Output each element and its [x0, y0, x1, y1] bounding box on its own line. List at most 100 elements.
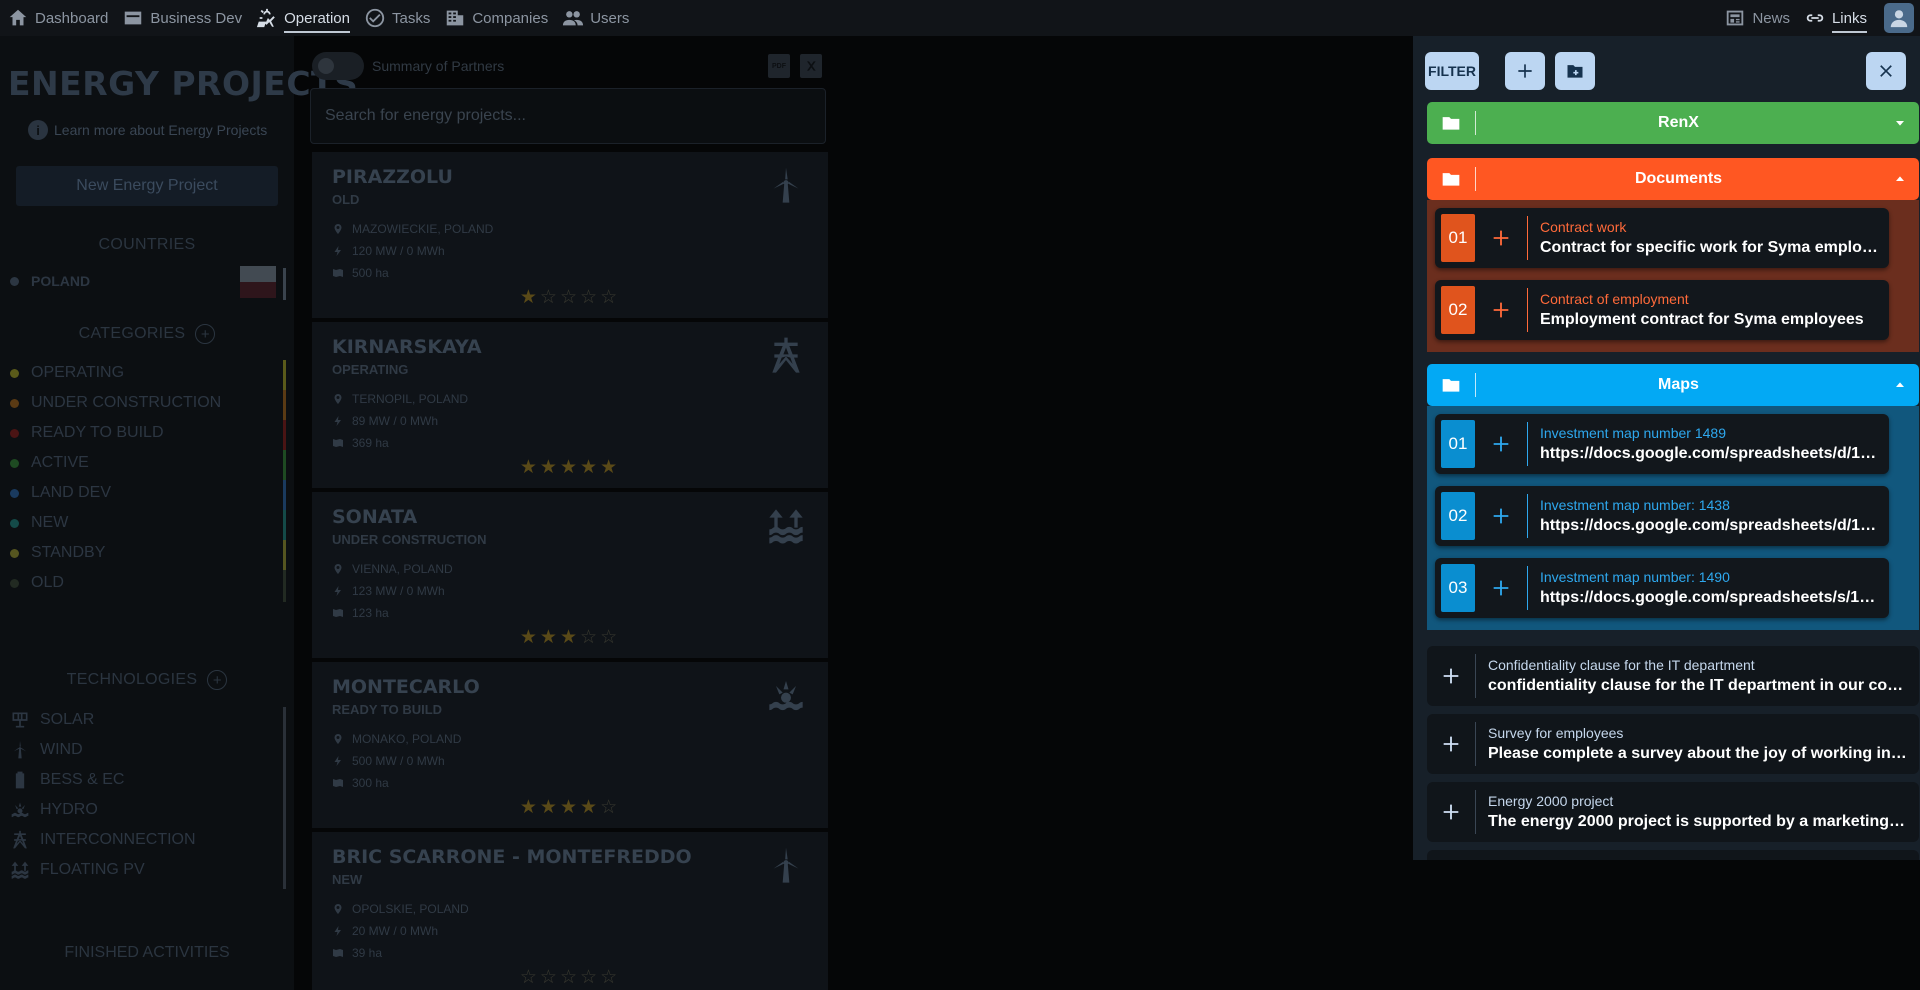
link-item[interactable]: 01 Contract work Contract for specific wor… — [1435, 208, 1889, 268]
category-dot — [10, 578, 19, 588]
rating-star[interactable]: ☆ — [600, 967, 620, 988]
link-item[interactable]: 01 Investment map number 1489 https://docs… — [1435, 414, 1889, 474]
rating-star[interactable]: ☆ — [580, 287, 600, 308]
new-folder-button[interactable] — [1555, 52, 1595, 90]
technology-item[interactable]: INTERCONNECTION — [10, 825, 286, 859]
add-link-button[interactable] — [1505, 52, 1545, 90]
project-card[interactable]: MONTECARLO READY TO BUILD MONAKO, POLAND 50… — [312, 662, 828, 828]
plus-icon — [1493, 302, 1509, 318]
category-label: NEW — [31, 514, 69, 531]
rating-star[interactable]: ★ — [520, 627, 540, 648]
category-item[interactable]: OPERATING — [10, 358, 286, 392]
rating-star[interactable]: ★ — [560, 627, 580, 648]
technology-item[interactable]: HYDRO — [10, 795, 286, 829]
new-energy-project-button[interactable]: New Energy Project — [16, 166, 278, 206]
open-link-button[interactable] — [1475, 299, 1527, 321]
user-avatar[interactable] — [1884, 3, 1914, 33]
category-item[interactable]: NEW — [10, 508, 286, 542]
link-item[interactable]: 03 Investment map number: 1490 https://doc… — [1435, 558, 1889, 618]
open-link-button[interactable] — [1427, 801, 1475, 823]
add-category-icon[interactable]: + — [195, 324, 216, 344]
filter-button[interactable]: FILTER — [1425, 52, 1479, 90]
close-panel-button[interactable] — [1866, 52, 1906, 90]
nav-links[interactable]: Links — [1797, 0, 1874, 36]
category-item[interactable]: READY TO BUILD — [10, 418, 286, 452]
pdf-export-icon[interactable]: PDF — [768, 54, 790, 78]
category-item[interactable]: UNDER CONSTRUCTION — [10, 388, 286, 422]
technology-item[interactable]: FLOATING PV — [10, 855, 286, 889]
rating-star[interactable]: ☆ — [580, 627, 600, 648]
rating-star[interactable]: ☆ — [600, 627, 620, 648]
nav-tasks[interactable]: Tasks — [357, 0, 437, 36]
rating-star[interactable]: ★ — [600, 457, 620, 478]
link-item[interactable]: 02 Contract of employment Employment contr… — [1435, 280, 1889, 340]
rating-star[interactable]: ★ — [520, 287, 540, 308]
rating-star[interactable]: ☆ — [520, 967, 540, 988]
project-search-input[interactable]: Search for energy projects... — [310, 88, 826, 144]
summary-of-partners-toggle[interactable] — [312, 52, 364, 80]
open-link-button[interactable] — [1475, 505, 1527, 527]
folder-documents[interactable]: Documents — [1427, 158, 1919, 200]
nav-companies[interactable]: Companies — [437, 0, 555, 36]
map-icon — [333, 779, 343, 787]
plus-icon — [1443, 804, 1459, 820]
rating-star[interactable]: ★ — [540, 627, 560, 648]
rating-star[interactable]: ☆ — [540, 967, 560, 988]
nav-dashboard[interactable]: Dashboard — [0, 0, 115, 36]
folder-toggle[interactable] — [1881, 171, 1919, 187]
rating-star[interactable]: ★ — [540, 457, 560, 478]
rating-star[interactable]: ★ — [580, 457, 600, 478]
unfiled-link-item[interactable]: Survey for employees Please complete a su… — [1427, 714, 1919, 774]
rating-star[interactable]: ★ — [560, 797, 580, 818]
rating-star[interactable]: ★ — [540, 797, 560, 818]
open-link-button[interactable] — [1427, 665, 1475, 687]
category-item[interactable]: LAND DEV — [10, 478, 286, 512]
excel-export-icon[interactable] — [800, 54, 822, 78]
open-link-button[interactable] — [1475, 227, 1527, 249]
rating-star[interactable]: ★ — [580, 797, 600, 818]
folder-toggle[interactable] — [1881, 115, 1919, 131]
nav-news[interactable]: News — [1717, 0, 1797, 36]
rating-star[interactable]: ★ — [560, 457, 580, 478]
link-item[interactable]: 02 Investment map number: 1438 https://doc… — [1435, 486, 1889, 546]
link-title: Energy 2000 project — [1488, 793, 1614, 809]
learn-more-label: Learn more about Energy Projects — [54, 122, 268, 138]
project-card[interactable]: SONATA UNDER CONSTRUCTION VIENNA, POLAND 12… — [312, 492, 828, 658]
nav-business-dev[interactable]: Business Dev — [115, 0, 249, 36]
rating-star[interactable]: ☆ — [560, 287, 580, 308]
category-item[interactable]: STANDBY — [10, 538, 286, 572]
rating-star[interactable]: ☆ — [580, 967, 600, 988]
rating-star[interactable]: ☆ — [560, 967, 580, 988]
rating-star[interactable]: ★ — [520, 457, 540, 478]
learn-more-link[interactable]: i Learn more about Energy Projects — [28, 120, 267, 140]
open-link-button[interactable] — [1475, 577, 1527, 599]
nav-label: Tasks — [391, 9, 431, 27]
nav-operation[interactable]: Operation — [249, 0, 357, 36]
folder-toggle[interactable] — [1881, 377, 1919, 393]
nav-users[interactable]: Users — [555, 0, 636, 36]
technology-item[interactable]: WIND — [10, 735, 286, 769]
rating-star[interactable]: ☆ — [600, 287, 620, 308]
rating-star[interactable]: ☆ — [600, 797, 620, 818]
folder-renx[interactable]: RenX — [1427, 102, 1919, 144]
category-item[interactable]: ACTIVE — [10, 448, 286, 482]
project-card[interactable]: PIRAZZOLU OLD MAZOWIECKIE, POLAND 120 MW / … — [312, 152, 828, 318]
rating-star[interactable]: ★ — [520, 797, 540, 818]
project-area-text: 369 ha — [352, 436, 389, 450]
unfiled-link-item-partial[interactable] — [1427, 850, 1919, 860]
open-link-button[interactable] — [1427, 733, 1475, 755]
technology-item[interactable]: BESS & EC — [10, 765, 286, 799]
unfiled-link-item[interactable]: Confidentiality clause for the IT depart… — [1427, 646, 1919, 706]
project-card[interactable]: KIRNARSKAYA OPERATING TERNOPIL, POLAND 89 M… — [312, 322, 828, 488]
technology-label: FLOATING PV — [40, 861, 145, 878]
country-item-poland[interactable]: POLAND — [10, 266, 286, 300]
technology-item[interactable]: SOLAR — [10, 705, 286, 739]
project-card[interactable]: BRIC SCARRONE - MONTEFREDDO NEW OPOLSKIE, … — [312, 832, 828, 990]
finished-activities-label[interactable]: FINISHED ACTIVITIES — [0, 944, 294, 962]
open-link-button[interactable] — [1475, 433, 1527, 455]
unfiled-link-item[interactable]: Energy 2000 project The energy 2000 proje… — [1427, 782, 1919, 842]
folder-maps[interactable]: Maps — [1427, 364, 1919, 406]
add-technology-icon[interactable]: + — [207, 670, 228, 690]
rating-star[interactable]: ☆ — [540, 287, 560, 308]
category-item[interactable]: OLD — [10, 568, 286, 602]
